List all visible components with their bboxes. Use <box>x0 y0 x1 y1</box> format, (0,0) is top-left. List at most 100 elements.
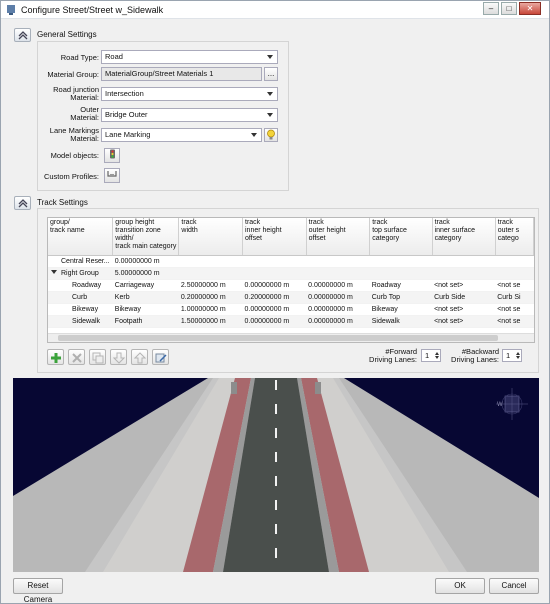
cell: Curb Side <box>432 291 496 304</box>
cell: Bikeway <box>369 303 433 316</box>
column-header[interactable]: track inner height offset <box>242 218 307 256</box>
arrow-up-icon <box>134 352 146 364</box>
cell <box>242 255 307 268</box>
table-row[interactable]: Curb Kerb 0.20000000 m 0.20000000 m 0.00… <box>48 291 534 304</box>
outer-material-select[interactable]: Bridge Outer <box>101 108 278 122</box>
cell: Right Group <box>48 267 113 280</box>
expand-triangle-icon[interactable] <box>51 269 57 274</box>
edit-track-button[interactable] <box>152 349 169 365</box>
cell <box>178 267 243 280</box>
table-header-row: group/ track name group height transitio… <box>48 218 534 256</box>
title-bar: Configure Street/Street w_Sidewalk – □ ✕ <box>1 1 549 19</box>
cell: 0.00000000 m <box>242 279 307 292</box>
cell: Curb <box>48 291 113 304</box>
column-header[interactable]: track width <box>178 218 243 256</box>
chevron-down-icon <box>267 113 273 117</box>
traffic-light-icon <box>109 149 115 159</box>
3d-preview-viewport[interactable]: W <box>13 378 539 572</box>
material-group-field[interactable]: MaterialGroup/Street Materials 1 <box>101 67 262 81</box>
backward-lanes-label: #Backward Driving Lanes: <box>451 347 499 364</box>
table-row[interactable]: Bikeway Bikeway 1.00000000 m 0.00000000 … <box>48 303 534 316</box>
cell: 0.00000000 m <box>306 303 370 316</box>
column-header[interactable]: track outer s catego <box>495 218 534 256</box>
move-up-button[interactable] <box>131 349 148 365</box>
add-track-button[interactable] <box>47 349 64 365</box>
minimize-button[interactable]: – <box>483 2 499 15</box>
cell: Sidewalk <box>48 315 113 328</box>
table-row[interactable]: Central Reser... 0.00000000 m <box>48 255 534 268</box>
track-table[interactable]: group/ track name group height transitio… <box>47 217 535 343</box>
copy-icon <box>92 352 104 364</box>
cell: Curb Si <box>495 291 534 304</box>
track-collapse-button[interactable] <box>14 196 31 210</box>
road-type-select[interactable]: Road <box>101 50 278 64</box>
cell: Kerb <box>112 291 179 304</box>
custom-profiles-button[interactable] <box>104 168 120 183</box>
cell <box>432 255 496 268</box>
cell: 0.00000000 m <box>306 279 370 292</box>
cell: 2.50000000 m <box>178 279 243 292</box>
road-junction-select[interactable]: Intersection <box>101 87 278 101</box>
edit-icon <box>155 353 167 363</box>
lightbulb-icon <box>267 129 275 140</box>
column-header[interactable]: group height transition zone width/ trac… <box>112 218 180 256</box>
cell: 0.20000000 m <box>178 291 243 304</box>
spin-up-icon[interactable] <box>516 352 520 355</box>
close-button[interactable]: ✕ <box>519 2 541 15</box>
cell: Roadway <box>369 279 433 292</box>
cell: <not set> <box>432 303 496 316</box>
chevron-up-icon <box>18 31 28 40</box>
table-row[interactable]: Roadway Carriageway 2.50000000 m 0.00000… <box>48 279 534 292</box>
column-header[interactable]: track outer height offset <box>306 218 371 256</box>
cancel-button[interactable]: Cancel <box>489 578 539 594</box>
horizontal-scrollbar[interactable] <box>48 333 534 342</box>
model-objects-button[interactable] <box>104 148 120 163</box>
maximize-button[interactable]: □ <box>501 2 517 15</box>
scrollbar-thumb[interactable] <box>58 335 498 341</box>
road-preview-image <box>13 378 539 572</box>
general-collapse-button[interactable] <box>14 28 31 42</box>
cell: Carriageway <box>112 279 179 292</box>
material-group-value: MaterialGroup/Street Materials 1 <box>105 69 214 78</box>
spin-down-icon[interactable] <box>516 356 520 359</box>
road-junction-label: Road junction Material: <box>53 85 99 102</box>
cell: 0.00000000 m <box>306 291 370 304</box>
road-junction-value: Intersection <box>105 89 144 98</box>
material-group-label: Material Group: <box>47 70 99 79</box>
cell: Central Reser... <box>48 255 113 268</box>
cell: Curb Top <box>369 291 433 304</box>
outer-material-value: Bridge Outer <box>105 110 148 119</box>
outer-material-label: Outer Material: <box>70 105 99 122</box>
cell <box>369 255 433 268</box>
chevron-up-icon <box>18 199 28 208</box>
window-title: Configure Street/Street w_Sidewalk <box>21 5 164 15</box>
copy-track-button[interactable] <box>89 349 106 365</box>
column-header[interactable]: track top surface category <box>369 218 433 256</box>
column-header[interactable]: group/ track name <box>48 218 114 256</box>
cell: Bikeway <box>112 303 179 316</box>
backward-lanes-spinner[interactable]: 1 <box>502 349 522 362</box>
column-header[interactable]: track inner surface category <box>432 218 496 256</box>
cell: 5.00000000 m <box>112 267 179 280</box>
ok-button[interactable]: OK <box>435 578 485 594</box>
cell <box>242 267 307 280</box>
track-settings-heading: Track Settings <box>37 198 88 207</box>
delete-track-button[interactable] <box>68 349 85 365</box>
cell: 1.00000000 m <box>178 303 243 316</box>
cell: Roadway <box>48 279 113 292</box>
table-row[interactable]: Sidewalk Footpath 1.50000000 m 0.0000000… <box>48 315 534 328</box>
lane-markings-label: Lane Markings Material: <box>49 126 99 143</box>
dialog-window: Configure Street/Street w_Sidewalk – □ ✕… <box>0 0 550 604</box>
reset-camera-button[interactable]: Reset Camera <box>13 578 63 603</box>
lane-markings-value: Lane Marking <box>105 130 151 139</box>
cell <box>495 267 534 280</box>
material-group-browse-button[interactable]: ... <box>264 67 278 81</box>
table-row[interactable]: Right Group 5.00000000 m <box>48 267 534 280</box>
cell <box>178 255 243 268</box>
lane-markings-light-button[interactable] <box>264 128 278 142</box>
lane-markings-select[interactable]: Lane Marking <box>101 128 262 142</box>
delete-icon <box>72 353 82 363</box>
cell: 1.50000000 m <box>178 315 243 328</box>
move-down-button[interactable] <box>110 349 127 365</box>
group-name: Right Group <box>61 269 99 277</box>
